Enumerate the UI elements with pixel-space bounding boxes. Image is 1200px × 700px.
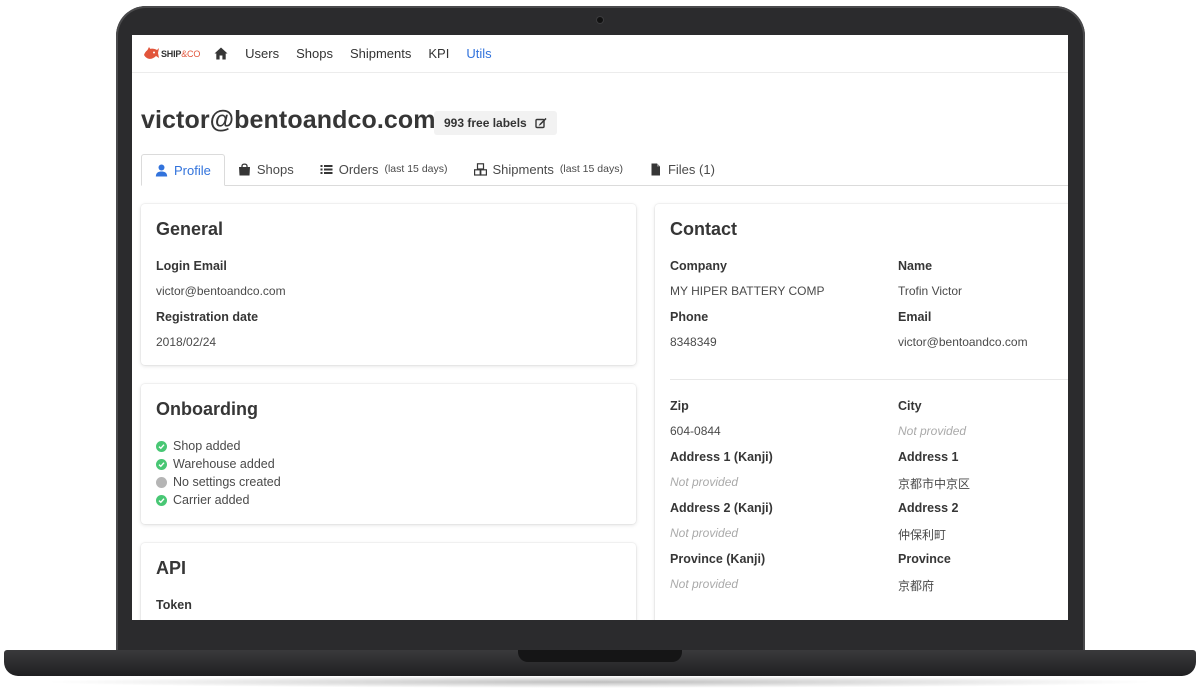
address2-value: 仲保利町 bbox=[898, 528, 947, 542]
zip-value: 604-0844 bbox=[670, 424, 721, 438]
tab-label: Orders bbox=[338, 161, 379, 177]
tab-label: Shops bbox=[256, 161, 294, 177]
province-value: 京都府 bbox=[898, 579, 935, 593]
onboarding-card: Onboarding Shop added Warehouse added No… bbox=[141, 384, 636, 524]
address2-kanji-value: Not provided bbox=[670, 526, 739, 540]
contact-card: Contact Company MY HIPER BATTERY COMP Na… bbox=[655, 204, 1068, 620]
token-label: Token bbox=[156, 598, 192, 612]
address2-kanji-label: Address 2 (Kanji) bbox=[670, 501, 773, 515]
tab-label: Files (1) bbox=[667, 161, 715, 177]
camera-icon bbox=[597, 17, 603, 23]
province-label: Province bbox=[898, 552, 951, 566]
check-icon bbox=[156, 494, 167, 506]
onboarding-item: Carrier added bbox=[156, 493, 249, 507]
general-card: General Login Email victor@bentoandco.co… bbox=[141, 204, 636, 365]
phone-value: 8348349 bbox=[670, 335, 717, 349]
login-email-label: Login Email bbox=[156, 259, 227, 273]
phone-label: Phone bbox=[670, 310, 709, 324]
tab-shipments[interactable]: Shipments (last 15 days) bbox=[461, 153, 636, 185]
edit-icon[interactable] bbox=[535, 117, 547, 129]
address1-kanji-label: Address 1 (Kanji) bbox=[670, 450, 773, 464]
address2-label: Address 2 bbox=[898, 501, 959, 515]
laptop-shadow bbox=[40, 676, 1160, 688]
nav-shops[interactable]: Shops bbox=[296, 46, 333, 61]
email-value: victor@bentoandco.com bbox=[898, 335, 1028, 349]
contact-divider bbox=[670, 379, 1068, 380]
onboarding-item-label: Carrier added bbox=[173, 493, 250, 507]
nav-shipments[interactable]: Shipments bbox=[350, 46, 411, 61]
file-icon bbox=[651, 163, 660, 175]
tab-profile[interactable]: Profile bbox=[141, 154, 225, 186]
login-email-value: victor@bentoandco.com bbox=[156, 284, 286, 298]
api-card: API Token bbox=[141, 543, 636, 620]
tab-note: (last 15 days) bbox=[559, 163, 623, 175]
province-kanji-value: Not provided bbox=[670, 577, 739, 591]
check-icon bbox=[156, 458, 167, 470]
bag-icon bbox=[238, 162, 250, 175]
city-value: Not provided bbox=[898, 424, 967, 438]
tab-files[interactable]: Files (1) bbox=[636, 153, 728, 185]
company-value: MY HIPER BATTERY COMP bbox=[670, 284, 825, 298]
onboarding-title: Onboarding bbox=[156, 399, 258, 419]
user-icon bbox=[155, 164, 168, 176]
tab-shops[interactable]: Shops bbox=[225, 153, 307, 185]
address1-kanji-value: Not provided bbox=[670, 475, 739, 489]
onboarding-item-label: No settings created bbox=[173, 475, 281, 489]
registration-date-label: Registration date bbox=[156, 310, 259, 324]
fish-logo-icon bbox=[144, 46, 159, 59]
nav-utils[interactable]: Utils bbox=[466, 46, 491, 61]
general-title: General bbox=[156, 219, 224, 239]
onboarding-item-label: Shop added bbox=[173, 439, 241, 453]
nav-kpi[interactable]: KPI bbox=[428, 46, 449, 61]
onboarding-item-label: Warehouse added bbox=[173, 457, 275, 471]
tab-label: Profile bbox=[174, 162, 211, 178]
tab-orders[interactable]: Orders (last 15 days) bbox=[307, 153, 461, 185]
province-kanji-label: Province (Kanji) bbox=[670, 552, 766, 566]
company-label: Company bbox=[670, 259, 727, 273]
name-label: Name bbox=[898, 259, 933, 273]
address1-label: Address 1 bbox=[898, 450, 959, 464]
zip-label: Zip bbox=[670, 399, 689, 413]
home-icon[interactable] bbox=[214, 47, 228, 60]
onboarding-item: Shop added bbox=[156, 439, 240, 453]
onboarding-item: No settings created bbox=[156, 475, 281, 489]
nav-users[interactable]: Users bbox=[245, 46, 279, 61]
name-value: Trofin Victor bbox=[898, 284, 963, 298]
city-label: City bbox=[898, 399, 922, 413]
top-navbar: SHIP&CO Users Shops Shipments KPI Utils bbox=[132, 35, 1068, 73]
page-title: victor@bentoandco.com bbox=[141, 106, 436, 134]
free-labels-text: 993 free labels bbox=[444, 116, 527, 130]
brand-name: SHIP&CO bbox=[161, 48, 201, 59]
laptop-notch bbox=[518, 650, 682, 662]
profile-tabs: Profile Shops Orders (last 15 days) Ship… bbox=[141, 154, 1068, 186]
email-label: Email bbox=[898, 310, 932, 324]
registration-date-value: 2018/02/24 bbox=[156, 335, 217, 349]
onboarding-item: Warehouse added bbox=[156, 457, 275, 471]
address1-value: 京都市中京区 bbox=[898, 477, 971, 491]
boxes-icon bbox=[473, 162, 487, 176]
list-icon bbox=[320, 164, 333, 174]
tab-label: Shipments bbox=[492, 161, 554, 177]
contact-title: Contact bbox=[670, 219, 737, 239]
free-labels-badge[interactable]: 993 free labels bbox=[434, 111, 557, 135]
check-icon bbox=[156, 440, 167, 452]
brand-logo[interactable]: SHIP&CO bbox=[142, 46, 200, 62]
pending-dot-icon bbox=[156, 476, 167, 488]
screen: SHIP&CO Users Shops Shipments KPI Utils … bbox=[132, 35, 1068, 620]
tab-note: (last 15 days) bbox=[384, 163, 448, 175]
api-title: API bbox=[156, 558, 187, 578]
